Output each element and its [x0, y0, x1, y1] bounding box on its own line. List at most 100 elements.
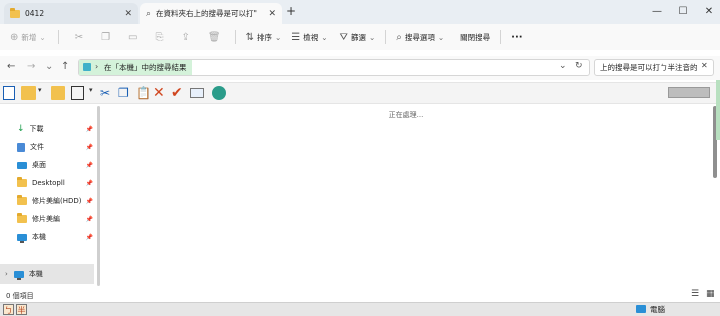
sidebar-item-label: 修片美編(HDD)	[32, 197, 82, 205]
divider	[500, 30, 502, 44]
sidebar-item-this-pc[interactable]: › 本機	[0, 264, 94, 284]
sidebar-item-label: 桌面	[32, 161, 46, 169]
preview-pane-icon[interactable]	[71, 86, 84, 100]
details-view-icon[interactable]: ☰	[691, 289, 699, 299]
divider	[57, 30, 59, 44]
delete-icon[interactable]: 🗑	[208, 32, 221, 43]
up-button[interactable]: ↑	[61, 61, 69, 72]
tiles-view-icon[interactable]: ▦	[706, 289, 715, 299]
breadcrumb: 在「本機」中的搜尋結果	[104, 63, 187, 72]
results-pane: 正在處理...	[100, 104, 712, 286]
sidebar-item-desktopll[interactable]: Desktopll 📌	[17, 176, 95, 190]
delete-icon[interactable]: ✕	[153, 86, 165, 100]
rename-icon[interactable]	[190, 88, 204, 98]
legacy-toolbar: ▾ ▾ ✂ ❐ 📋 ✕ ✔	[0, 82, 720, 104]
navigation-pane-icon[interactable]	[3, 86, 15, 100]
folder-icon	[17, 177, 27, 187]
tab-0412[interactable]: 0412 ✕	[4, 3, 138, 24]
pin-icon: 📌	[85, 215, 93, 223]
chevron-down-icon[interactable]: ▾	[89, 86, 93, 100]
maximize-button[interactable]: ☐	[670, 0, 696, 22]
filter-label: 篩選	[350, 32, 366, 42]
new-label: 新增	[21, 32, 37, 42]
more-options-button[interactable]: ···	[511, 32, 522, 43]
clear-search-icon[interactable]: ✕	[701, 61, 708, 70]
chevron-down-icon: ⌄	[437, 32, 445, 42]
tab-close-icon[interactable]: ✕	[268, 9, 276, 19]
pin-icon: 📌	[85, 197, 93, 205]
sidebar-item-this-pc-pinned[interactable]: 本機 📌	[17, 230, 95, 244]
paste-icon[interactable]: ▭	[128, 32, 137, 43]
sort-icon: ⇅	[245, 31, 254, 43]
chevron-down-icon[interactable]: ▾	[38, 86, 42, 100]
new-tab-button[interactable]: +	[286, 4, 296, 18]
search-icon: ⌕	[146, 8, 152, 19]
search-input-value: 上的搜尋是可以打ㄅ半注音的	[600, 63, 698, 72]
check-icon[interactable]: ✔	[171, 86, 183, 100]
search-options-button[interactable]: ⌕ 搜尋選項 ⌄	[396, 32, 444, 43]
cut-icon[interactable]: ✂	[100, 86, 110, 100]
ime-width-icon[interactable]: 半	[16, 304, 27, 315]
folder-icon[interactable]	[51, 86, 65, 100]
pin-icon: 📌	[85, 233, 93, 241]
tab-search[interactable]: ⌕ 在資料夾右上的搜尋是可以打" ✕	[140, 3, 282, 24]
sidebar-item-desktop[interactable]: 桌面 📌	[17, 158, 95, 172]
cut-icon[interactable]: ✂	[75, 32, 83, 43]
chevron-down-icon: ⌄	[39, 32, 46, 42]
sidebar-item-photo-edit-hdd[interactable]: 修片美編(HDD) 📌	[17, 194, 95, 208]
new-icon: ⊕	[10, 31, 19, 43]
tab-close-icon[interactable]: ✕	[124, 9, 132, 19]
status-bar: 0 個項目 ☰ ▦	[0, 288, 720, 302]
filter-icon: ⛛	[339, 31, 348, 43]
view-label: 檢視	[303, 32, 319, 42]
globe-icon[interactable]	[212, 86, 226, 100]
forward-button[interactable]: →	[27, 61, 35, 72]
ime-mode-icon[interactable]: ㄅ	[3, 304, 14, 315]
download-icon: ↓	[17, 124, 25, 134]
pin-icon: 📌	[85, 179, 93, 187]
search-input[interactable]: 上的搜尋是可以打ㄅ半注音的 ✕	[594, 59, 714, 76]
copy-icon[interactable]: ❐	[101, 32, 110, 43]
folder-icon	[17, 213, 27, 223]
folder-options-icon[interactable]	[21, 86, 36, 100]
recent-locations-icon[interactable]: ⌄	[45, 61, 53, 72]
chevron-down-icon: ⌄	[321, 32, 328, 42]
chevron-down-icon: ⌄	[368, 32, 376, 42]
breadcrumb-chevron-icon: ›	[95, 62, 99, 71]
navigation-pane: ↓ 下載 📌 文件 📌 桌面 📌 Desktopll 📌 修片美編(HDD) 📌…	[0, 104, 96, 284]
folder-icon	[10, 7, 20, 18]
desktop-icon	[17, 161, 27, 169]
edge-strip	[716, 80, 720, 140]
sidebar-item-label: 下載	[29, 125, 44, 133]
search-results-icon	[83, 63, 91, 71]
new-button[interactable]: ⊕ 新增 ⌄	[10, 32, 46, 43]
rename-icon[interactable]: ⎘	[156, 32, 164, 43]
tab-label: 在資料夾右上的搜尋是可以打"	[156, 9, 257, 18]
pin-icon: 📌	[85, 161, 93, 169]
close-search-button[interactable]: 關閉搜尋	[460, 32, 490, 43]
view-icon: ☰	[291, 31, 301, 43]
document-icon	[17, 142, 25, 152]
sidebar-item-photo-edit[interactable]: 修片美編 📌	[17, 212, 95, 226]
address-bar[interactable]: › 在「本機」中的搜尋結果 ⌄ ↻	[78, 59, 590, 76]
toolbar-field[interactable]	[668, 87, 710, 98]
filter-button[interactable]: ⛛ 篩選 ⌄	[340, 32, 376, 43]
view-button[interactable]: ☰ 檢視 ⌄	[291, 32, 327, 43]
pin-icon: 📌	[85, 125, 93, 133]
computer-label: 電腦	[650, 305, 665, 314]
copy-icon[interactable]: ❐	[118, 86, 129, 100]
refresh-icon[interactable]: ↻	[575, 61, 583, 71]
sidebar-item-downloads[interactable]: ↓ 下載 📌	[17, 122, 95, 136]
sidebar-item-label: 文件	[30, 143, 44, 151]
folder-icon	[17, 195, 27, 205]
paste-icon[interactable]: 📋	[136, 86, 151, 100]
close-window-button[interactable]: ✕	[696, 0, 720, 22]
item-count: 0 個項目	[6, 292, 34, 300]
sort-button[interactable]: ⇅ 排序 ⌄	[246, 32, 282, 43]
sidebar-item-documents[interactable]: 文件 📌	[17, 140, 95, 154]
back-button[interactable]: ←	[7, 61, 15, 72]
share-icon[interactable]: ⇪	[182, 32, 190, 43]
divider	[385, 30, 387, 44]
address-dropdown-icon[interactable]: ⌄	[559, 61, 567, 71]
minimize-button[interactable]: —	[644, 0, 670, 22]
